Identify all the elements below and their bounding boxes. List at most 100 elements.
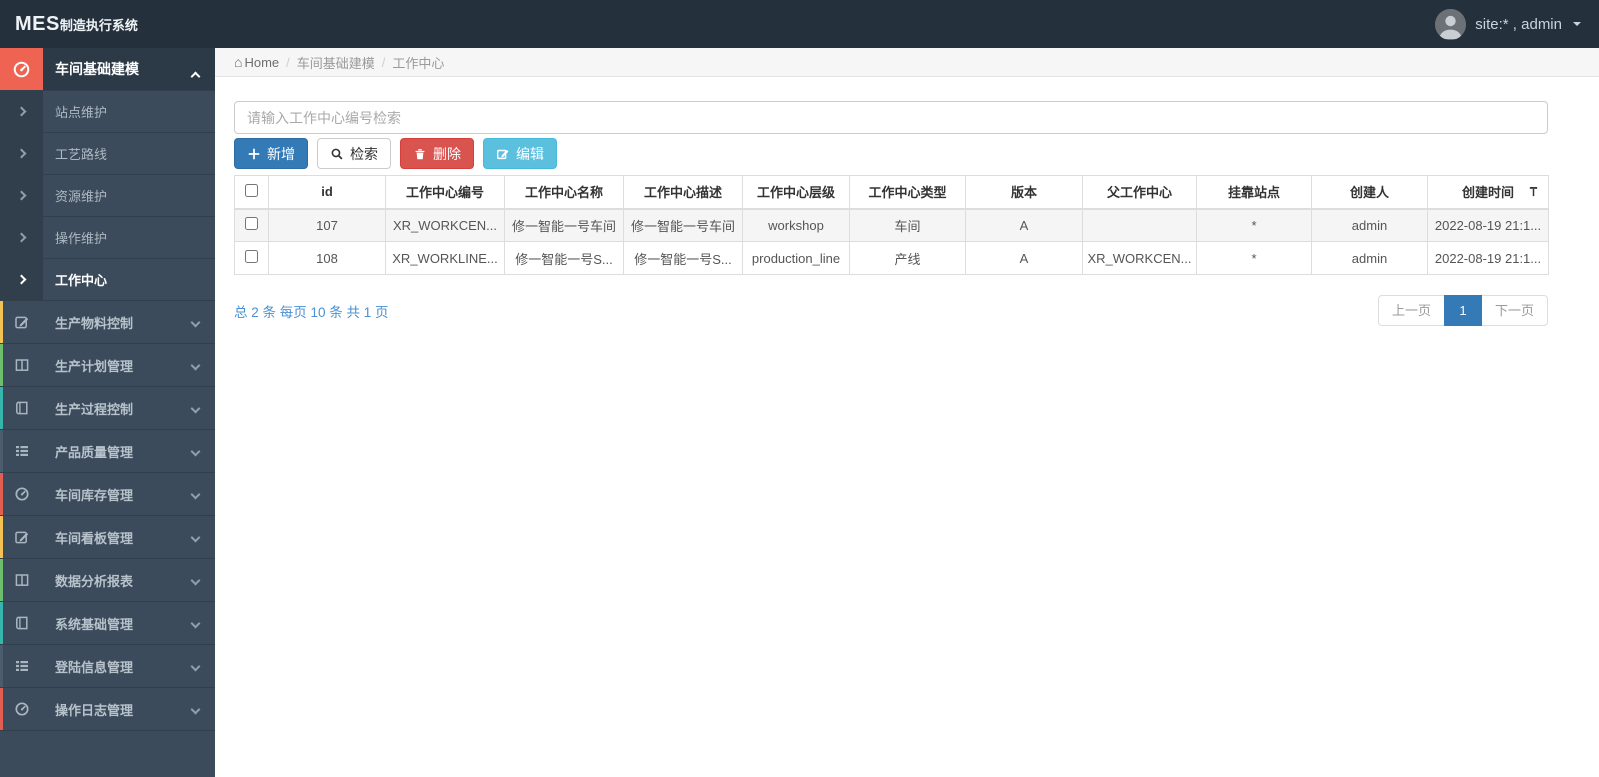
sidebar-submenu: 站点维护 工艺路线 资源维护 操作维护 工作中心 [0, 91, 215, 301]
pagination-summary: 总 2 条 每页 10 条 共 1 页 [234, 304, 389, 320]
sidebar-subitem-工艺路线[interactable]: 工艺路线 [0, 133, 215, 175]
sidebar-item-生产物料控制[interactable]: 生产物料控制 [0, 301, 215, 344]
menu-color-stripe [0, 344, 3, 386]
sidebar-item-登陆信息管理[interactable]: 登陆信息管理 [0, 645, 215, 688]
sidebar-mainmenu: 生产物料控制 生产计划管理 生产过程控制 产品质量管理 车间库存管理 车间看板管… [0, 301, 215, 731]
add-button[interactable]: 新增 [234, 138, 308, 169]
menu-color-stripe [0, 473, 3, 515]
subitem-icon-cell [0, 133, 43, 174]
item-icon-cell [0, 344, 43, 386]
subitem-icon-cell [0, 175, 43, 216]
home-icon: ⌂ [234, 54, 243, 70]
sidebar-item-生产计划管理[interactable]: 生产计划管理 [0, 344, 215, 387]
prev-page-button[interactable]: 上一页 [1377, 295, 1445, 326]
delete-button[interactable]: 删除 [400, 138, 474, 169]
logo-mes: MES [15, 12, 60, 35]
book-icon [15, 401, 28, 415]
edit-icon [14, 316, 28, 329]
menu-color-stripe [0, 688, 3, 730]
cell: 修一智能一号车间 [504, 208, 624, 242]
menu-color-stripe [0, 516, 3, 558]
logo-subtitle: 制造执行系统 [59, 17, 138, 33]
item-icon-cell [0, 387, 43, 429]
table-body: 107 XR_WORKCEN... 修一智能一号车间 修一智能一号车间 workshop… [234, 208, 1549, 275]
col-header-工作中心名称: 工作中心名称 [504, 175, 624, 210]
active-parent-icon-cell [0, 48, 43, 90]
cell: 修一智能一号S... [623, 241, 743, 275]
table-row: 108 XR_WORKLINE... 修一智能一号S... 修一智能一号S... pro… [234, 241, 1549, 275]
col-header-版本: 版本 [965, 175, 1083, 210]
sidebar-subitem-操作维护[interactable]: 操作维护 [0, 217, 215, 259]
workcenter-table: id 工作中心编号 工作中心名称 工作中心描述 工作中心层级 工作中心类型 版本 父工作中心挂… [234, 175, 1549, 275]
sidebar-subitem-站点维护[interactable]: 站点维护 [0, 91, 215, 133]
cell: A [965, 241, 1083, 275]
gauge-icon [13, 61, 30, 77]
columns-icon [15, 574, 28, 586]
list-icon [15, 661, 28, 671]
row-checkbox-cell [234, 208, 269, 242]
cell: * [1196, 241, 1312, 275]
subitem-label: 资源维护 [55, 189, 108, 204]
col-header-工作中心类型: 工作中心类型 [849, 175, 966, 210]
breadcrumb-item-module[interactable]: 车间基础建模 [297, 53, 375, 72]
avatar [1435, 8, 1467, 40]
sidebar-subitem-资源维护[interactable]: 资源维护 [0, 175, 215, 217]
page-1-button[interactable]: 1 [1443, 295, 1482, 326]
item-icon-cell [0, 473, 43, 515]
sidebar-item-数据分析报表[interactable]: 数据分析报表 [0, 559, 215, 602]
sidebar-item-车间看板管理[interactable]: 车间看板管理 [0, 516, 215, 559]
chevron-right-icon [16, 274, 27, 285]
item-icon-cell [0, 516, 43, 558]
breadcrumb-item-current: 工作中心 [392, 55, 445, 71]
subitem-label: 工作中心 [55, 273, 108, 288]
item-icon-cell [0, 301, 43, 343]
sidebar-item-系统基础管理[interactable]: 系统基础管理 [0, 602, 215, 645]
avatar-image [1435, 8, 1467, 40]
item-icon-cell [0, 645, 43, 687]
col-header-id: id [268, 175, 386, 210]
sidebar-item-车间库存管理[interactable]: 车间库存管理 [0, 473, 215, 516]
cell: 车间 [849, 208, 966, 242]
user-menu[interactable]: site:* , admin [1435, 8, 1581, 40]
sidebar-item-操作日志管理[interactable]: 操作日志管理 [0, 688, 215, 731]
subitem-label: 操作维护 [55, 231, 108, 246]
row-checkbox[interactable] [245, 217, 258, 231]
cell: 2022-08-19 21:1... [1427, 208, 1549, 242]
sidebar-subitem-工作中心[interactable]: 工作中心 [0, 259, 215, 301]
cell: admin [1311, 241, 1428, 275]
row-checkbox[interactable] [245, 250, 258, 263]
subitem-icon-cell [0, 217, 43, 258]
edit-button[interactable]: 编辑 [483, 138, 557, 169]
pin-icon[interactable] [1527, 185, 1540, 198]
cell: production_line [742, 241, 850, 275]
select-all-checkbox[interactable] [245, 183, 258, 197]
breadcrumb-separator: / [286, 54, 290, 70]
row-checkbox-cell [234, 241, 269, 275]
next-page-button[interactable]: 下一页 [1480, 295, 1548, 326]
cell: * [1196, 208, 1312, 242]
search-button[interactable]: 检索 [317, 138, 391, 169]
breadcrumb-home[interactable]: ⌂ Home [234, 55, 279, 70]
edit-pencil-icon [497, 149, 509, 159]
item-icon-cell [0, 559, 43, 601]
menu-color-stripe [0, 559, 3, 601]
sidebar-parent-label: 车间基础建模 [43, 48, 215, 90]
col-header-挂靠站点: 挂靠站点 [1196, 175, 1312, 210]
sidebar-item-生产过程控制[interactable]: 生产过程控制 [0, 387, 215, 430]
pagination-bar: 总 2 条 每页 10 条 共 1 页 上一页 1 下一页 [234, 295, 1548, 326]
cell: XR_WORKLINE... [385, 241, 505, 275]
chevron-right-icon [16, 148, 27, 159]
list-icon [15, 446, 28, 456]
cell: 2022-08-19 21:1... [1427, 241, 1549, 275]
sidebar-item-workshop-modeling[interactable]: 车间基础建模 [0, 48, 215, 91]
breadcrumb: ⌂ Home / 车间基础建模 / 工作中心 [215, 48, 1599, 77]
toolbar: 新增 检索 删除 编辑 [234, 138, 1548, 169]
select-all-header [234, 175, 269, 210]
table-header-row: id 工作中心编号 工作中心名称 工作中心描述 工作中心层级 工作中心类型 版本 父工作中心挂… [234, 175, 1549, 210]
search-input[interactable] [234, 101, 1548, 134]
cell: 产线 [849, 241, 966, 275]
menu-color-stripe [0, 602, 3, 644]
sidebar-item-产品质量管理[interactable]: 产品质量管理 [0, 430, 215, 473]
user-caret-icon [1573, 22, 1581, 26]
item-icon-cell [0, 430, 43, 472]
